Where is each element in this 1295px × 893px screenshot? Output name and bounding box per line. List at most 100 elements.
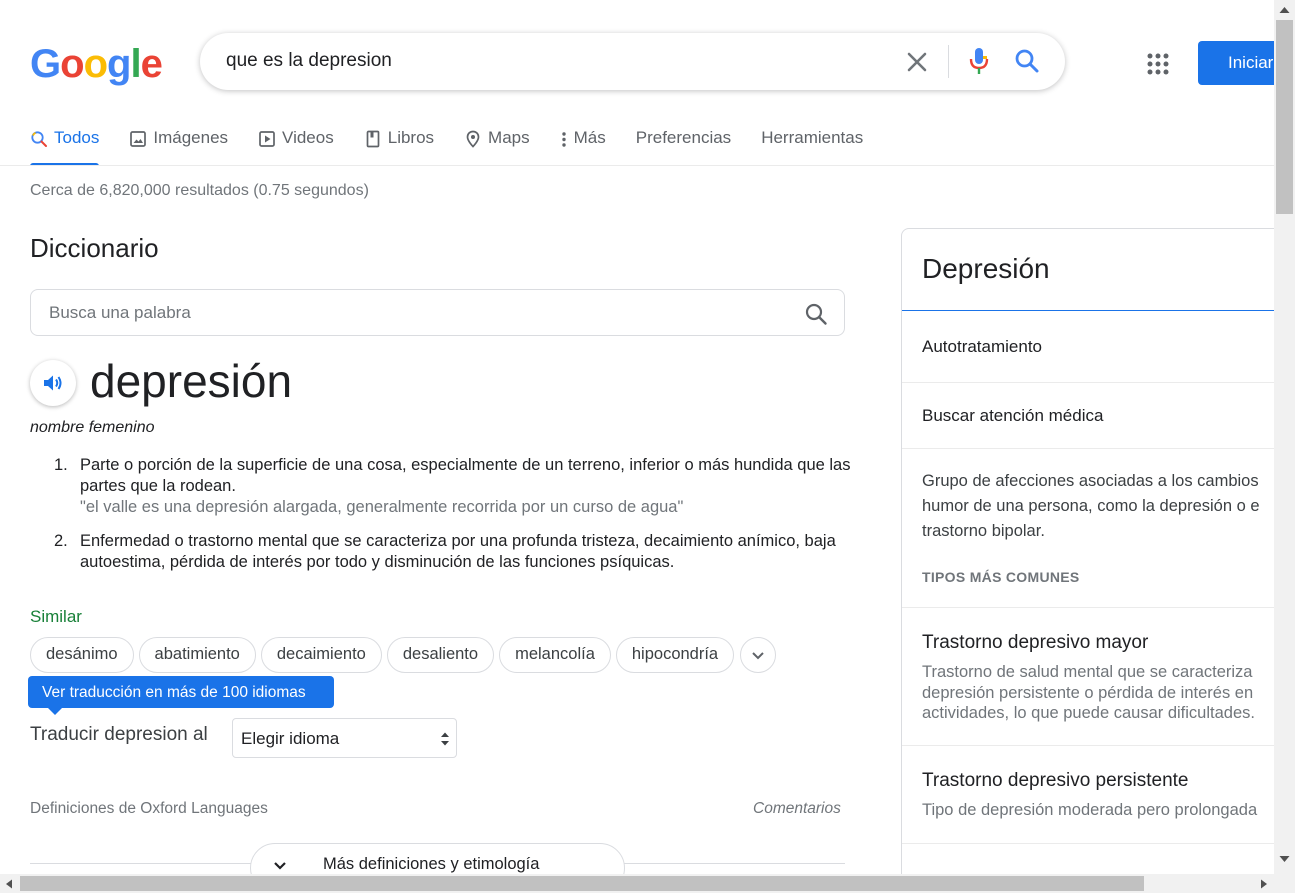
horizontal-scrollbar[interactable] xyxy=(0,874,1295,893)
kp-type-title: Trastorno depresivo persistente xyxy=(922,770,1189,791)
definition-text: Parte o porción de la superficie de una … xyxy=(80,456,851,495)
tab-preferencias[interactable]: Preferencias xyxy=(636,120,731,166)
logo-letter: e xyxy=(140,42,163,86)
speaker-icon xyxy=(44,375,62,391)
tab-label: Imágenes xyxy=(153,128,229,147)
horizontal-scroll-thumb[interactable] xyxy=(20,876,1144,891)
kp-link-label: Autotratamiento xyxy=(922,337,1043,356)
expand-similar-button[interactable] xyxy=(740,637,777,673)
clear-icon[interactable] xyxy=(903,48,931,76)
scroll-right-icon[interactable] xyxy=(1260,879,1268,889)
kp-type-desc-line: Tipo de depresión moderada pero prolonga… xyxy=(922,801,1258,819)
scroll-up-icon[interactable] xyxy=(1279,6,1290,14)
tab-herramientas[interactable]: Herramientas xyxy=(761,120,863,166)
logo-letter: o xyxy=(60,42,84,86)
dictionary-source: Definiciones de Oxford Languages xyxy=(30,800,268,817)
tab-libros[interactable]: Libros xyxy=(364,120,434,166)
search-input[interactable]: que es la depresion xyxy=(226,50,392,72)
select-arrows-icon xyxy=(441,732,449,746)
definition-item: 2. Enfermedad o trastorno mental que se … xyxy=(54,531,854,573)
tab-imagenes[interactable]: Imágenes xyxy=(129,120,228,166)
similar-chip[interactable]: hipocondría xyxy=(615,637,735,673)
dictionary-word: depresión xyxy=(90,355,293,407)
comments-link[interactable]: Comentarios xyxy=(753,800,841,818)
google-results-page: Google que es la depresion Iniciar Todos… xyxy=(0,0,1295,893)
mic-icon[interactable] xyxy=(967,46,991,76)
video-icon xyxy=(259,131,275,147)
more-definitions-label: Más definiciones y etimología xyxy=(323,855,540,873)
tab-label: Más xyxy=(573,128,606,147)
more-vert-icon xyxy=(561,132,566,147)
pronunciation-button[interactable] xyxy=(30,360,76,406)
similar-label: Similar xyxy=(30,607,82,626)
language-select[interactable]: Elegir idioma xyxy=(232,718,457,758)
tab-label: Libros xyxy=(387,128,435,147)
map-pin-icon xyxy=(466,130,480,148)
tab-videos[interactable]: Videos xyxy=(258,120,334,166)
kp-type-item[interactable]: Trastorno depresivo persistente Tipo de … xyxy=(902,745,1295,843)
vertical-scroll-thumb[interactable] xyxy=(1276,20,1293,214)
tab-todos[interactable]: Todos xyxy=(30,120,100,166)
kp-description-line: Grupo de afecciones asociadas a los camb… xyxy=(922,472,1259,490)
definition-item: 1. Parte o porción de la superficie de u… xyxy=(54,455,854,518)
similar-chip[interactable]: desánimo xyxy=(30,637,134,673)
scroll-down-icon[interactable] xyxy=(1279,855,1290,863)
kp-type-title: Trastorno depresivo mayor xyxy=(922,632,1149,653)
kp-description: Grupo de afecciones asociadas a los camb… xyxy=(922,469,1282,544)
kp-type-desc-line: Trastorno de salud mental que se caracte… xyxy=(922,663,1253,681)
kp-type-desc-line: actividades, lo que puede causar dificul… xyxy=(922,704,1255,722)
kp-description-line: humor de una persona, como la depresión … xyxy=(922,497,1260,515)
similar-chips: desánimo abatimiento decaimiento desalie… xyxy=(30,637,777,673)
similar-chip[interactable]: desaliento xyxy=(386,637,495,673)
dictionary-title: Diccionario xyxy=(30,233,159,263)
language-select-value: Elegir idioma xyxy=(241,729,340,748)
tab-label: Maps xyxy=(488,128,530,147)
similar-chip[interactable]: abatimiento xyxy=(138,637,256,673)
kp-type-item[interactable]: Trastorno depresivo mayor Trastorno de s… xyxy=(902,607,1295,745)
kp-link-label: Buscar atención médica xyxy=(922,406,1104,425)
tab-label: Preferencias xyxy=(635,128,732,147)
definitions-list: 1. Parte o porción de la superficie de u… xyxy=(54,455,854,586)
similar-chip[interactable]: decaimiento xyxy=(260,637,382,673)
image-icon xyxy=(130,131,147,147)
kp-link-autotratamiento[interactable]: Autotratamiento xyxy=(902,311,1295,383)
tab-label: Herramientas xyxy=(761,128,864,147)
search-divider xyxy=(948,45,949,78)
kp-link-atencion-medica[interactable]: Buscar atención médica xyxy=(902,383,1295,449)
tabs-divider xyxy=(0,165,1274,166)
definition-number: 2. xyxy=(54,532,68,550)
definition-example: "el valle es una depresión alargada, gen… xyxy=(80,498,684,516)
logo-letter: o xyxy=(83,42,108,86)
kp-type-desc-line: depresión persistente o pérdida de inter… xyxy=(922,683,1254,702)
logo-letter: G xyxy=(30,42,61,86)
translate-label: Traducir depresion al xyxy=(30,724,208,745)
scroll-left-icon[interactable] xyxy=(5,879,13,889)
dictionary-search-placeholder: Busca una palabra xyxy=(49,303,191,322)
tab-label: Videos xyxy=(282,128,334,147)
definition-number: 1. xyxy=(54,456,68,474)
tab-maps[interactable]: Maps xyxy=(464,120,530,166)
logo-letter: l xyxy=(130,42,141,86)
apps-grid-icon[interactable] xyxy=(1146,52,1170,76)
tab-mas[interactable]: Más xyxy=(560,120,606,166)
knowledge-panel-title: Depresión xyxy=(922,253,1050,284)
vertical-scrollbar[interactable] xyxy=(1274,0,1295,874)
knowledge-panel: Depresión Autotratamiento Buscar atenció… xyxy=(901,228,1295,893)
kp-description-line: trastorno bipolar. xyxy=(922,522,1045,540)
search-icon[interactable] xyxy=(804,302,828,326)
similar-chip[interactable]: melancolía xyxy=(499,637,611,673)
search-tabs: Todos Imágenes Videos Libros Maps Más Pr… xyxy=(30,120,893,166)
chevron-down-icon xyxy=(274,862,286,870)
search-icon[interactable] xyxy=(1013,47,1041,75)
dictionary-search-input[interactable]: Busca una palabra xyxy=(30,289,845,336)
search-box[interactable]: que es la depresion xyxy=(200,33,1065,90)
chevron-down-icon xyxy=(752,652,764,660)
tab-label: Todos xyxy=(54,128,100,147)
part-of-speech: nombre femenino xyxy=(30,419,155,436)
kp-types-heading: TIPOS MÁS COMUNES xyxy=(922,569,1080,585)
result-stats: Cerca de 6,820,000 resultados (0.75 segu… xyxy=(30,182,369,199)
google-logo[interactable]: Google xyxy=(30,42,163,87)
book-icon xyxy=(366,130,380,148)
translation-tooltip: Ver traducción en más de 100 idiomas xyxy=(28,676,334,715)
search-icon xyxy=(31,131,47,147)
